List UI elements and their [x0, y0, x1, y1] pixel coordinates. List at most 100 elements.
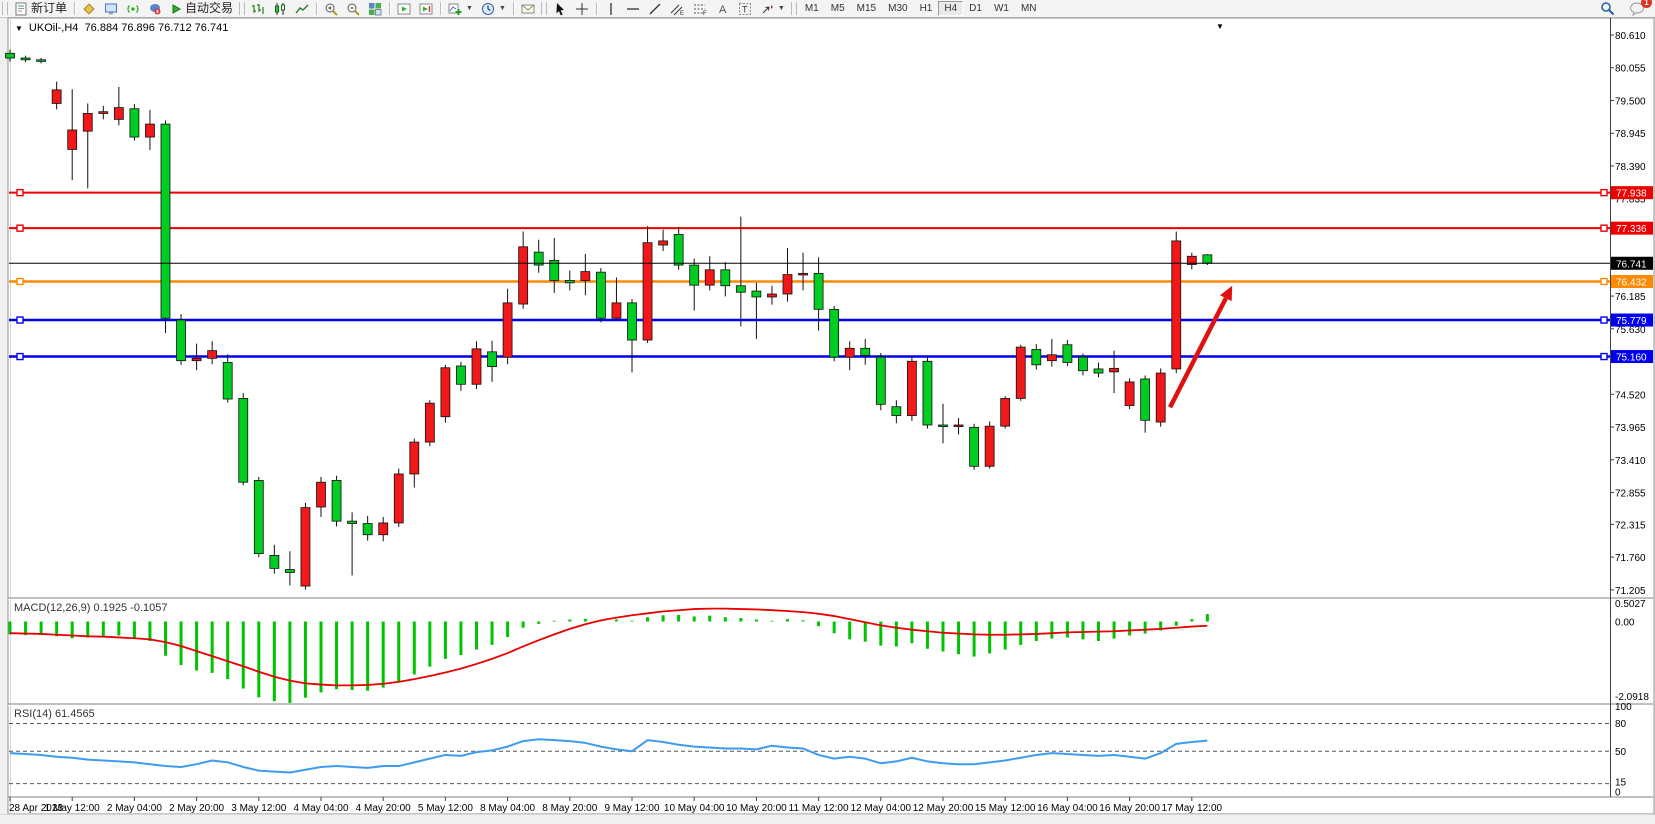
auto-scroll-button[interactable] — [415, 0, 437, 17]
candle — [21, 58, 30, 60]
candle — [970, 427, 979, 466]
monitor-button[interactable] — [100, 0, 122, 17]
line-handle[interactable] — [17, 190, 23, 196]
line-handle[interactable] — [17, 317, 23, 323]
price-tick-label: 79.500 — [1615, 96, 1646, 107]
candle — [861, 348, 870, 355]
timeframe-button-w1[interactable]: W1 — [988, 1, 1015, 16]
timeframe-button-m5[interactable]: M5 — [825, 1, 851, 16]
chart-shift-button[interactable] — [393, 0, 415, 17]
diamond-button[interactable] — [78, 0, 100, 17]
arrows-button[interactable]: ▼ — [756, 0, 789, 17]
bar-chart-button[interactable] — [247, 0, 269, 17]
label-button[interactable]: T — [734, 0, 756, 17]
candle — [643, 243, 652, 340]
timeframe-button-m1[interactable]: M1 — [799, 1, 825, 16]
timeframe-button-mn[interactable]: MN — [1015, 1, 1043, 16]
channel-button[interactable]: E — [666, 0, 689, 17]
periods-button[interactable]: ▼ — [477, 0, 510, 17]
svg-text:F: F — [703, 11, 707, 16]
line-handle[interactable] — [17, 225, 23, 231]
price-tick-label: 74.520 — [1615, 390, 1646, 401]
timeframe-button-m30[interactable]: M30 — [882, 1, 913, 16]
toolbar-grip[interactable] — [791, 2, 797, 15]
candle — [814, 273, 823, 309]
cursor-icon — [553, 2, 567, 16]
chart-window[interactable]: 80.61080.05579.50078.94578.39077.83576.1… — [0, 17, 1655, 814]
indicators-button[interactable]: ▼ — [444, 0, 477, 17]
candle — [939, 425, 948, 427]
new-order-button[interactable]: 新订单 — [10, 0, 71, 17]
chevron-down-icon: ▼ — [778, 5, 785, 12]
candle — [1063, 345, 1072, 363]
line-handle[interactable] — [1601, 279, 1607, 285]
macd-axis-label: 0.00 — [1615, 618, 1635, 629]
auto-trading-button[interactable]: 自动交易 — [166, 0, 237, 17]
line-handle[interactable] — [1601, 190, 1607, 196]
timeframe-button-d1[interactable]: D1 — [963, 1, 988, 16]
vertical-line-button[interactable] — [600, 0, 622, 17]
line-chart-button[interactable] — [291, 0, 313, 17]
zoom-in-button[interactable] — [320, 0, 342, 17]
signal-button[interactable] — [122, 0, 144, 17]
notifications-button[interactable]: 1 — [1625, 0, 1649, 17]
search-button[interactable] — [1596, 0, 1619, 17]
timeframe-button-h4[interactable]: H4 — [938, 1, 963, 16]
shift-marker-icon: ▼ — [1216, 22, 1224, 31]
fibonacci-icon: F — [693, 2, 708, 16]
trendline-button[interactable] — [644, 0, 666, 17]
timeframe-button-h1[interactable]: H1 — [914, 1, 939, 16]
line-handle[interactable] — [1601, 354, 1607, 360]
candle — [254, 480, 263, 553]
candle — [1078, 357, 1087, 371]
time-tick-label: 4 May 20:00 — [356, 803, 411, 814]
tile-windows-button[interactable] — [364, 0, 386, 17]
cursor-button[interactable] — [549, 0, 571, 17]
candle — [83, 113, 92, 131]
price-tick-label: 78.945 — [1615, 129, 1646, 140]
zoom-out-button[interactable] — [342, 0, 364, 17]
fibonacci-button[interactable]: F — [689, 0, 712, 17]
timeframe-button-m15[interactable]: M15 — [851, 1, 882, 16]
time-tick-label: 12 May 04:00 — [850, 803, 911, 814]
candle — [488, 352, 497, 367]
line-handle[interactable] — [17, 279, 23, 285]
toolbar-grip[interactable] — [541, 2, 547, 15]
candle — [52, 90, 61, 104]
chart-canvas[interactable]: 80.61080.05579.50078.94578.39077.83576.1… — [0, 17, 1655, 814]
candle — [192, 358, 201, 360]
notification-badge: 1 — [1641, 0, 1652, 8]
candle — [690, 265, 699, 285]
mail-button[interactable] — [517, 0, 539, 17]
candle — [6, 53, 15, 58]
candle — [68, 130, 77, 149]
toolbar-grip[interactable] — [2, 2, 8, 15]
collapse-triangle-icon[interactable]: ▼ — [15, 24, 23, 33]
rsi-axis-label: 50 — [1615, 747, 1627, 758]
candle — [596, 272, 605, 318]
crosshair-button[interactable] — [571, 0, 593, 17]
candle — [1172, 241, 1181, 369]
separator — [389, 2, 390, 15]
tick-chart-button[interactable] — [144, 0, 166, 17]
line-handle[interactable] — [1601, 317, 1607, 323]
line-chart-icon — [295, 2, 309, 16]
line-handle[interactable] — [1601, 225, 1607, 231]
candle — [208, 351, 217, 359]
line-handle[interactable] — [17, 354, 23, 360]
candle — [721, 270, 730, 286]
zoom-out-icon — [346, 2, 360, 16]
text-button[interactable]: A — [712, 0, 734, 17]
candle — [628, 303, 637, 340]
candle — [767, 294, 776, 297]
candlestick-button[interactable] — [269, 0, 291, 17]
price-tick-label: 73.965 — [1615, 423, 1646, 434]
candle — [799, 273, 808, 275]
candle — [456, 366, 465, 384]
horizontal-line-button[interactable] — [622, 0, 644, 17]
candle — [985, 426, 994, 466]
mail-icon — [521, 2, 535, 16]
toolbar-grip[interactable] — [239, 2, 245, 15]
candle — [1125, 382, 1134, 406]
price-tag-label: 77.336 — [1616, 224, 1647, 235]
